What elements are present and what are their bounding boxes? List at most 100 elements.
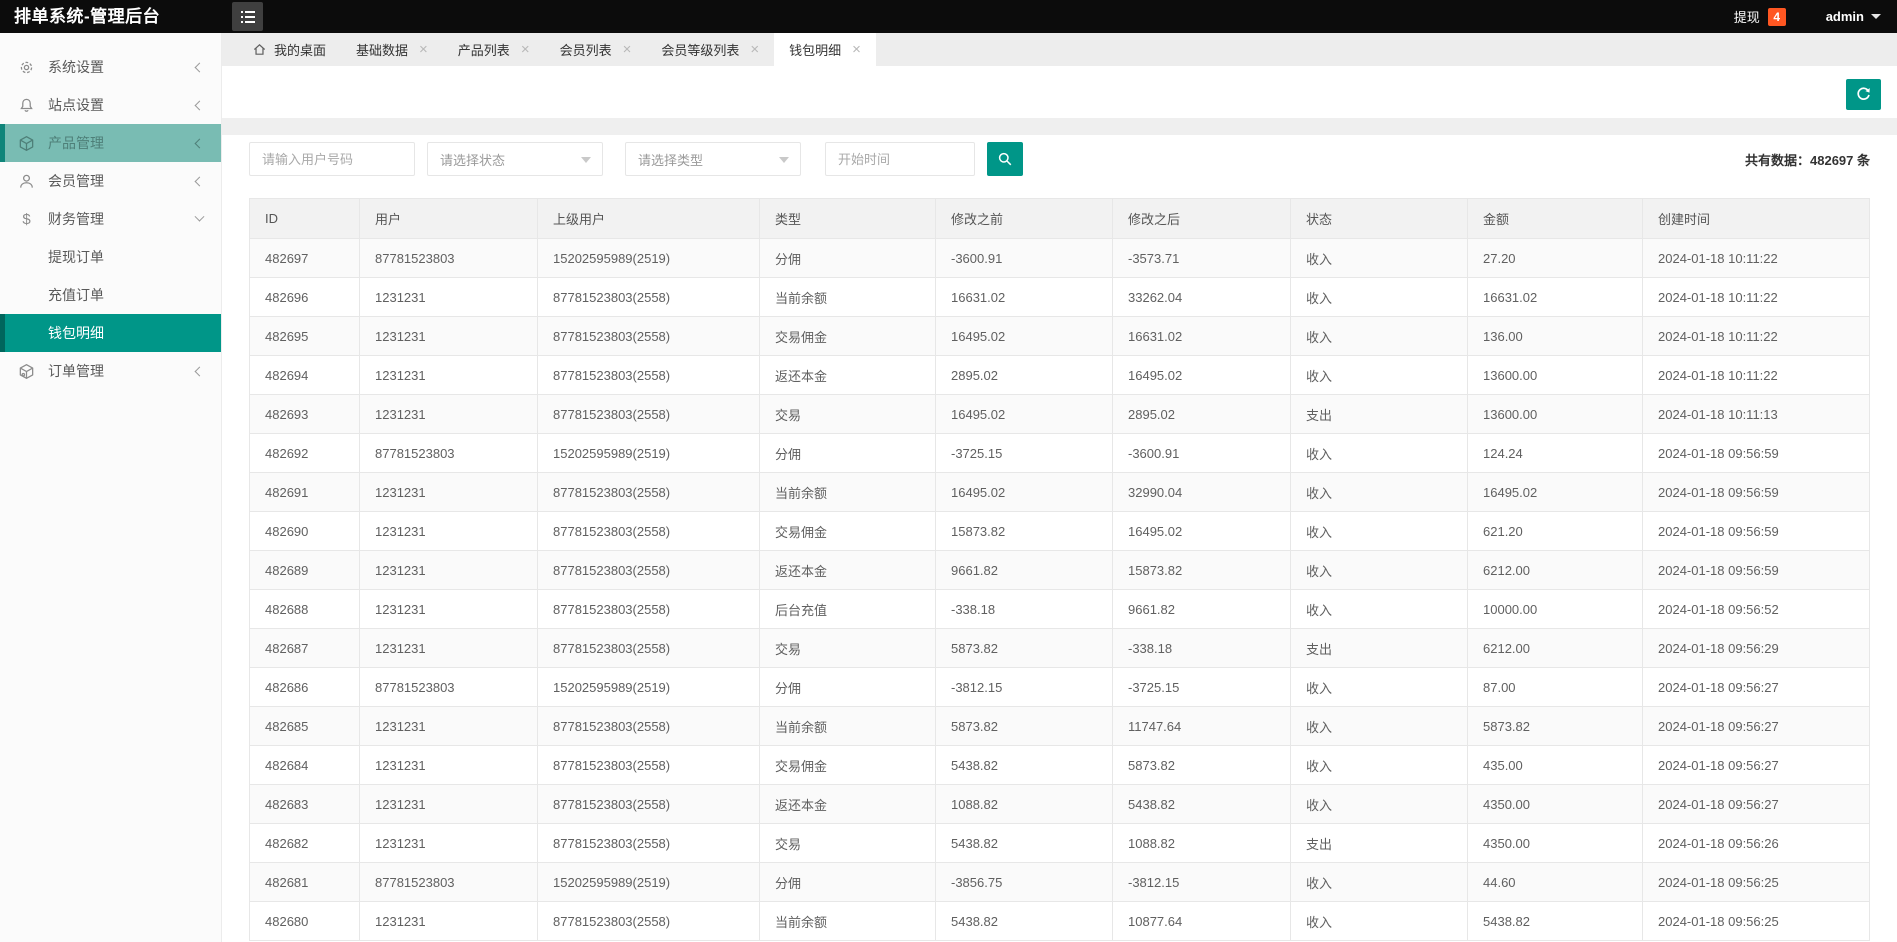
- user-number-input[interactable]: [249, 142, 415, 176]
- close-icon[interactable]: ×: [623, 42, 632, 57]
- table-cell: 87781523803: [359, 862, 538, 902]
- table-cell: 87781523803(2558): [537, 316, 760, 356]
- tab-item[interactable]: 会员等级列表 ×: [646, 33, 774, 66]
- table-cell: 1088.82: [935, 784, 1113, 824]
- sidebar-item-label: 系统设置: [48, 59, 104, 75]
- withdraw-notice[interactable]: 提现 4: [1734, 7, 1786, 26]
- total-records-label: 共有数据：482697 条: [1745, 152, 1870, 168]
- table-row: 482681 87781523803 15202595989(2519) 分佣 -385…: [249, 862, 1870, 902]
- table-cell: 87781523803(2558): [537, 472, 760, 512]
- table-cell: -338.18: [935, 589, 1113, 629]
- tab-label: 产品列表: [457, 43, 510, 58]
- table-cell: 482696: [249, 277, 360, 317]
- table-cell: 当前余额: [759, 472, 936, 512]
- tab-bar: 我的桌面 基础数据 × 产品列表 × 会员列表 × 会员等级列表 × 钱包明细 ×: [222, 33, 1897, 66]
- table-cell: 2024-01-18 09:56:27: [1642, 706, 1870, 746]
- table-row: 482685 1231231 87781523803(2558) 当前余额 5873.8…: [249, 706, 1870, 746]
- status-select[interactable]: 请选择状态: [427, 142, 603, 176]
- sidebar-subitem[interactable]: 钱包明细: [0, 314, 221, 352]
- table-cell: 5873.82: [935, 706, 1113, 746]
- table-cell: 收入: [1290, 511, 1468, 551]
- sidebar-item[interactable]: 站点设置: [0, 86, 221, 124]
- table-row: 482694 1231231 87781523803(2558) 返还本金 2895.0…: [249, 355, 1870, 395]
- type-select[interactable]: 请选择类型: [625, 142, 801, 176]
- home-icon: [252, 42, 267, 57]
- table-cell: 87781523803(2558): [537, 511, 760, 551]
- table-cell: 5873.82: [1112, 745, 1291, 785]
- table-cell: -3573.71: [1112, 238, 1291, 278]
- table-row: 482682 1231231 87781523803(2558) 交易 5438.82 1…: [249, 823, 1870, 863]
- tab-item[interactable]: 我的桌面: [237, 33, 341, 66]
- table-cell: 15202595989(2519): [537, 433, 760, 473]
- cube-icon: [18, 135, 35, 152]
- sidebar-item-label: 产品管理: [48, 135, 104, 151]
- table-cell: 4350.00: [1467, 823, 1643, 863]
- spacer: [222, 118, 1897, 135]
- table-cell: -3856.75: [935, 862, 1113, 902]
- username: admin: [1825, 9, 1864, 24]
- table-row: 482695 1231231 87781523803(2558) 交易佣金 16495.…: [249, 316, 1870, 356]
- user-menu[interactable]: admin: [1826, 9, 1881, 24]
- table-row: 482689 1231231 87781523803(2558) 返还本金 9661.8…: [249, 550, 1870, 590]
- table-cell: 交易佣金: [759, 745, 936, 785]
- sidebar-subitem[interactable]: 充值订单: [0, 276, 221, 314]
- withdraw-label: 提现: [1733, 10, 1760, 25]
- table-column-header: ID: [249, 198, 360, 239]
- close-icon[interactable]: ×: [750, 42, 759, 57]
- table-column-header: 用户: [359, 198, 538, 239]
- table-cell: 11747.64: [1112, 706, 1291, 746]
- tab-item[interactable]: 基础数据 ×: [341, 33, 443, 66]
- table-cell: 13600.00: [1467, 355, 1643, 395]
- chevron-left-icon: [194, 138, 205, 148]
- type-select-value: 请选择类型: [638, 152, 704, 168]
- refresh-button[interactable]: [1846, 79, 1881, 110]
- close-icon[interactable]: ×: [852, 42, 861, 57]
- sidebar-item-label: 订单管理: [48, 363, 104, 379]
- table-cell: 5873.82: [1467, 706, 1643, 746]
- table-cell: 后台充值: [759, 589, 936, 629]
- table-cell: 收入: [1290, 901, 1468, 941]
- table-cell: 收入: [1290, 862, 1468, 902]
- table-cell: 16495.02: [1112, 511, 1291, 551]
- sidebar-item-label: 站点设置: [48, 97, 104, 113]
- tab-item[interactable]: 会员列表 ×: [545, 33, 647, 66]
- table-cell: 16495.02: [935, 394, 1113, 434]
- sidebar-toggle-button[interactable]: [232, 2, 263, 31]
- tab-item[interactable]: 钱包明细 ×: [774, 33, 876, 66]
- sidebar-subitem[interactable]: 提现订单: [0, 238, 221, 276]
- table-cell: 2024-01-18 10:11:22: [1642, 316, 1870, 356]
- table-cell: 16631.02: [1467, 277, 1643, 317]
- table-cell: 87781523803(2558): [537, 550, 760, 590]
- table-cell: 482695: [249, 316, 360, 356]
- chevron-down-icon: [1871, 14, 1881, 19]
- tab-item[interactable]: 产品列表 ×: [443, 33, 545, 66]
- close-icon[interactable]: ×: [521, 42, 530, 57]
- table-cell: 16495.02: [1467, 472, 1643, 512]
- close-icon[interactable]: ×: [419, 42, 428, 57]
- table-cell: 435.00: [1467, 745, 1643, 785]
- table-cell: 16495.02: [935, 472, 1113, 512]
- sidebar-item[interactable]: 系统设置: [0, 48, 221, 86]
- table-cell: 87781523803(2558): [537, 745, 760, 785]
- table-cell: 1231231: [359, 589, 538, 629]
- table-cell: -3812.15: [935, 667, 1113, 707]
- table-cell: 返还本金: [759, 355, 936, 395]
- table-cell: 15202595989(2519): [537, 667, 760, 707]
- table-row: 482680 1231231 87781523803(2558) 当前余额 5438.8…: [249, 901, 1870, 941]
- table-cell: 交易: [759, 628, 936, 668]
- search-button[interactable]: [987, 142, 1023, 176]
- table-cell: 交易佣金: [759, 511, 936, 551]
- table-cell: 482692: [249, 433, 360, 473]
- wallet-table: ID 用户 上级用户 类型 修改之前 修改之后 状态 金额 创建时间 482697 8778152…: [249, 198, 1870, 941]
- table-cell: 621.20: [1467, 511, 1643, 551]
- table-cell: 收入: [1290, 706, 1468, 746]
- start-time-input[interactable]: [825, 142, 975, 176]
- table-row: 482686 87781523803 15202595989(2519) 分佣 -381…: [249, 667, 1870, 707]
- sidebar-item[interactable]: 会员管理: [0, 162, 221, 200]
- sidebar-item[interactable]: $ 财务管理: [0, 200, 221, 238]
- sidebar-item[interactable]: 订单管理: [0, 352, 221, 390]
- sidebar-item[interactable]: 产品管理: [0, 124, 221, 162]
- table-cell: 收入: [1290, 238, 1468, 278]
- table-cell: 2024-01-18 09:56:25: [1642, 901, 1870, 941]
- table-cell: 1231231: [359, 706, 538, 746]
